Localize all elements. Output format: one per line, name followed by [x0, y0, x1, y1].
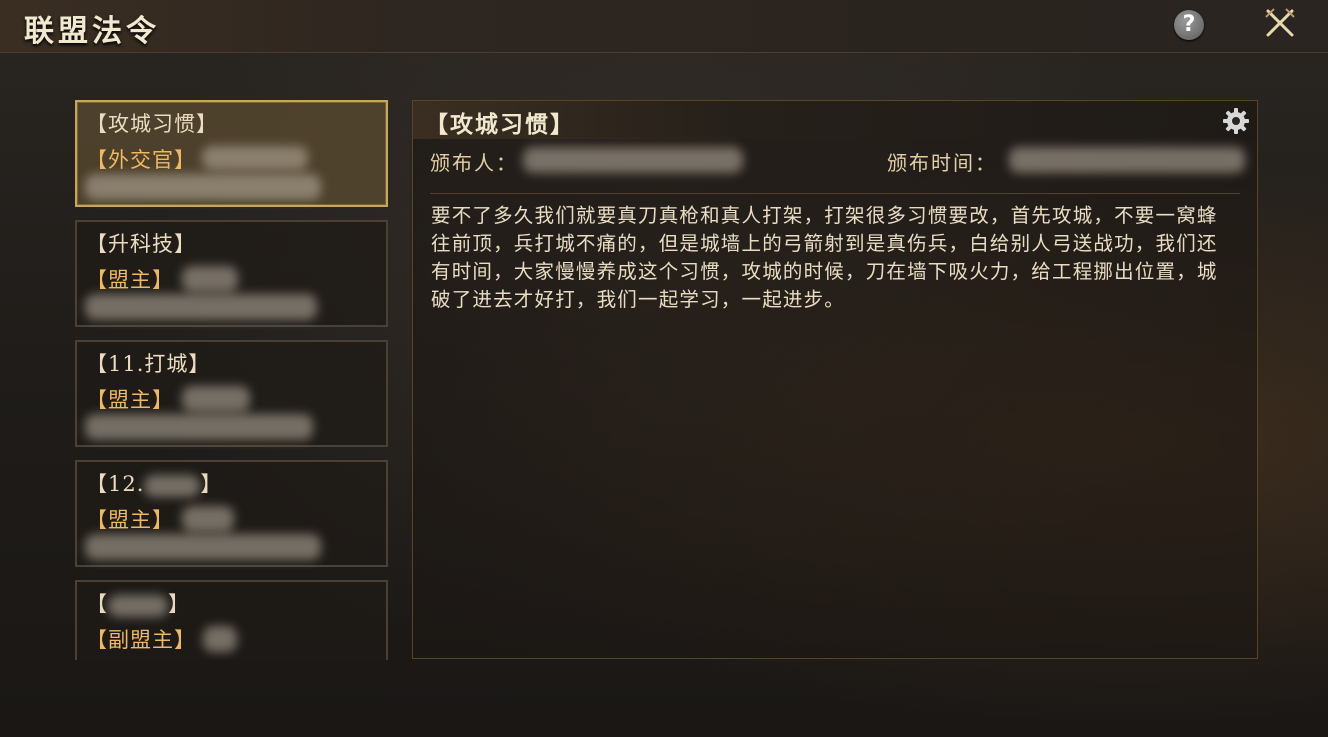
decree-detail-panel: 【攻城习惯】 颁布人： 颁布时间： 要不了多久我们就要真刀真枪和真人打架，打架很… [412, 100, 1258, 659]
redacted-title [108, 594, 168, 617]
publish-time-label: 颁布时间： [887, 151, 997, 175]
decree-card[interactable]: 【升科技】 【盟主】 [75, 220, 388, 327]
help-button[interactable]: ? [1174, 10, 1204, 40]
page-title: 联盟法令 [24, 14, 160, 49]
decree-author-role: 【外交官】 [86, 148, 196, 172]
redacted-author-name [202, 146, 308, 170]
decree-list[interactable]: 【攻城习惯】 【外交官】 【升科技】 【盟主】 【11.打城】 【盟主】 【12… [75, 100, 392, 660]
decree-author-role: 【盟主】 [86, 268, 174, 292]
decree-card[interactable]: 【】 【副盟主】 [75, 580, 388, 660]
divider [430, 193, 1240, 194]
detail-header: 【攻城习惯】 [413, 101, 1257, 139]
redacted-author-name [182, 506, 234, 532]
decree-author-role: 【盟主】 [86, 388, 174, 412]
redacted-date [85, 414, 313, 440]
decree-title: 【】 [86, 588, 190, 618]
decree-title-prefix: 【12. [86, 472, 145, 496]
decree-title-suffix: 】 [168, 592, 190, 616]
redacted-publisher [523, 147, 743, 173]
decree-card[interactable]: 【攻城习惯】 【外交官】 [75, 100, 388, 207]
decree-title: 【攻城习惯】 [86, 112, 218, 136]
decree-card[interactable]: 【11.打城】 【盟主】 [75, 340, 388, 447]
decree-title-prefix: 【 [86, 592, 108, 616]
decree-title: 【11.打城】 [86, 352, 211, 376]
title-bar: 联盟法令 ? [0, 0, 1328, 53]
redacted-author-name [182, 266, 238, 292]
redacted-author-name [203, 626, 237, 652]
redacted-publish-time [1009, 147, 1245, 173]
redacted-title [144, 474, 201, 497]
redacted-author-name [182, 386, 250, 412]
redacted-date [85, 174, 321, 200]
crossed-swords-icon[interactable] [1262, 5, 1298, 41]
detail-title: 【攻城习惯】 [425, 111, 575, 138]
decree-body: 要不了多久我们就要真刀真枪和真人打架，打架很多习惯要改，首先攻城，不要一窝蜂往前… [431, 204, 1218, 311]
decree-author-role: 【盟主】 [86, 508, 174, 532]
decree-card[interactable]: 【12. 】 【盟主】 [75, 460, 388, 567]
publisher-label: 颁布人： [430, 151, 518, 175]
decree-title-suffix: 】 [200, 472, 223, 496]
gear-icon[interactable] [1221, 106, 1251, 136]
decree-title: 【升科技】 [86, 232, 196, 256]
decree-author-role: 【副盟主】 [86, 628, 196, 652]
redacted-date [85, 534, 321, 560]
decree-title: 【12. 】 [86, 468, 222, 498]
redacted-date [85, 294, 317, 320]
